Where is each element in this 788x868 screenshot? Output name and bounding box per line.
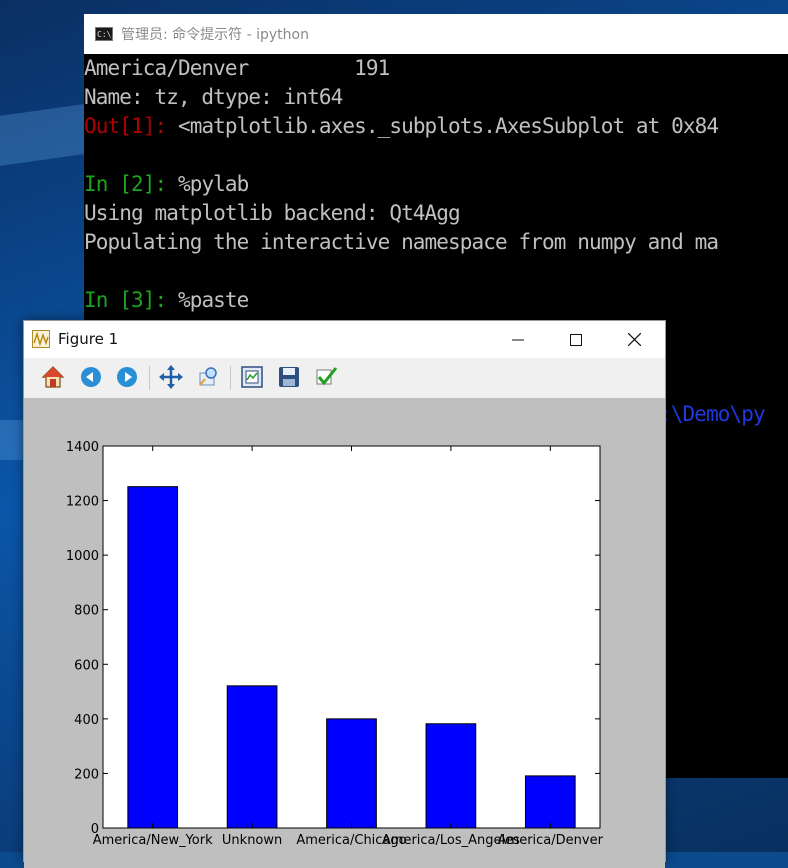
- save-icon[interactable]: [275, 363, 303, 391]
- figure-title: Figure 1: [58, 330, 119, 348]
- pan-icon[interactable]: [157, 363, 185, 391]
- console-line: Populating the interactive namespace fro…: [84, 230, 719, 254]
- bar: [425, 723, 477, 829]
- plot-canvas[interactable]: 0 200 400 600 800 1000 1200 1400 America/New_Yor…: [24, 398, 665, 868]
- y-tick-label: 1200: [66, 495, 99, 510]
- bar-chart: 0200400600800100012001400America/New_Yor…: [66, 440, 604, 848]
- in-prompt: In [3]:: [84, 288, 178, 312]
- minimize-button[interactable]: [489, 321, 547, 358]
- x-tick-label: Unknown: [222, 833, 282, 848]
- figure-toolbar: [24, 358, 665, 398]
- toolbar-separator: [149, 366, 150, 390]
- out-prompt: Out[1]:: [84, 114, 178, 138]
- cmd-icon: C:\_: [95, 27, 116, 41]
- bar: [524, 775, 576, 829]
- matplotlib-figure-icon: [32, 330, 50, 348]
- y-tick-label: 1000: [66, 549, 99, 564]
- y-tick-label: 800: [74, 604, 99, 619]
- forward-icon[interactable]: [113, 363, 141, 391]
- bar: [226, 685, 278, 829]
- console-line: In [3]: %paste: [84, 288, 249, 312]
- maximize-button[interactable]: [547, 321, 605, 358]
- console-path-fragment: :\Demo\py: [659, 402, 766, 426]
- console-title: 管理员: 命令提示符 - ipython: [121, 27, 309, 43]
- close-button[interactable]: [605, 321, 663, 358]
- subplots-icon[interactable]: [238, 363, 266, 391]
- y-tick-label: 200: [74, 767, 99, 782]
- y-tick-label: 400: [74, 713, 99, 728]
- zoom-icon[interactable]: [194, 363, 222, 391]
- x-tick-label: America/New_York: [93, 833, 213, 848]
- bar: [326, 718, 377, 829]
- console-line: In [2]: %pylab: [84, 172, 249, 196]
- figure-titlebar[interactable]: Figure 1: [24, 321, 665, 358]
- console-titlebar[interactable]: C:\_ 管理员: 命令提示符 - ipython: [84, 14, 788, 54]
- toolbar-separator: [230, 366, 231, 390]
- console-line: Using matplotlib backend: Qt4Agg: [84, 201, 461, 225]
- figure-window[interactable]: Figure 1 0 200 400 600 800 1000 1200 140…: [23, 320, 666, 868]
- in-prompt: In [2]:: [84, 172, 178, 196]
- home-icon[interactable]: [39, 363, 67, 391]
- console-line: Out[1]: <matplotlib.axes._subplots.AxesS…: [84, 114, 719, 138]
- y-tick-label: 600: [74, 658, 99, 673]
- back-icon[interactable]: [77, 363, 105, 391]
- bar: [127, 486, 179, 829]
- console-line: Name: tz, dtype: int64: [84, 85, 343, 109]
- console-line: America/Denver 191: [84, 56, 390, 80]
- y-tick-label: 1400: [66, 440, 99, 455]
- desktop-light-streak: [0, 104, 84, 166]
- edit-axis-icon[interactable]: [312, 363, 340, 391]
- x-tick-label: America/Denver: [498, 833, 604, 848]
